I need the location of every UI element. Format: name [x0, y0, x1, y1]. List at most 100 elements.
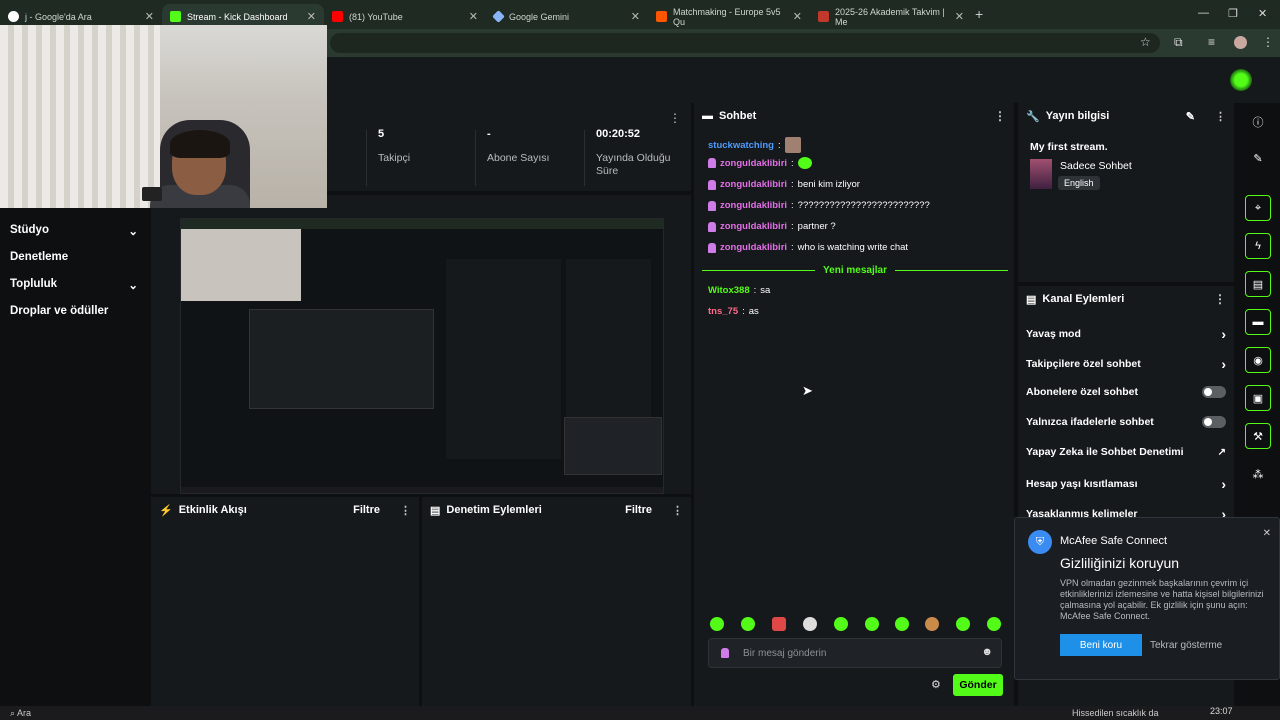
more-icon[interactable]: ⋮ — [672, 504, 683, 517]
extensions-icon[interactable]: ⧉ — [1174, 35, 1183, 50]
chat-username[interactable]: Witox388 — [708, 285, 750, 296]
tab-gemini[interactable]: Google Gemini ✕ — [486, 4, 648, 29]
user-avatar[interactable] — [1230, 69, 1252, 91]
gear-icon[interactable]: ⚙ — [931, 678, 941, 691]
chat-username[interactable]: stuckwatching — [708, 140, 774, 151]
emote-button[interactable] — [956, 617, 970, 631]
emote-button[interactable] — [865, 617, 879, 631]
broadcast-icon[interactable]: ◉ — [1245, 347, 1271, 373]
close-icon[interactable]: ✕ — [469, 10, 478, 23]
layout-icon[interactable]: ▣ — [1245, 385, 1271, 411]
close-icon[interactable]: ✕ — [1263, 528, 1271, 539]
filter-button[interactable]: Filtre — [625, 504, 652, 516]
emote-button[interactable] — [803, 617, 817, 631]
wrench-icon: 🔧 — [1026, 110, 1040, 123]
action-subscribers-only: Abonelere özel sohbet — [1026, 386, 1226, 398]
close-icon[interactable]: ✕ — [793, 10, 802, 23]
close-icon[interactable]: ✕ — [145, 10, 154, 23]
tab-matchmaking[interactable]: Matchmaking - Europe 5v5 Qu ✕ — [648, 4, 810, 29]
lightning-icon[interactable]: ϟ — [1245, 233, 1271, 259]
taskbar-search[interactable]: ⌕ Ara — [10, 708, 31, 719]
action-label: Hesap yaşı kısıtlaması — [1026, 478, 1138, 490]
media-icon[interactable]: ≡ — [1208, 35, 1215, 49]
language-badge: English — [1058, 176, 1100, 190]
stream-preview-video[interactable] — [180, 218, 664, 494]
nav-label: Stüdyo — [10, 224, 49, 236]
more-icon[interactable]: ⋮ — [994, 109, 1006, 123]
stat-label: Takipçi — [378, 152, 411, 164]
subscribers-only-toggle[interactable] — [1202, 386, 1226, 398]
tab-title: 2025-26 Akademik Takvim | Me — [835, 6, 945, 27]
chat-username[interactable]: zonguldaklibiri — [720, 179, 787, 190]
tab-academic-calendar[interactable]: 2025-26 Akademik Takvim | Me ✕ — [810, 4, 972, 29]
minimize-icon[interactable]: — — [1198, 7, 1209, 19]
more-icon[interactable]: ⋮ — [1215, 110, 1226, 123]
document-icon[interactable]: ▤ — [1245, 271, 1271, 297]
more-icon[interactable]: ⋮ — [669, 111, 681, 125]
new-tab-icon[interactable]: + — [975, 6, 983, 22]
chat-text: as — [748, 306, 759, 317]
divider — [584, 130, 585, 186]
target-icon[interactable]: ⌖ — [1245, 195, 1271, 221]
nav-moderation[interactable]: Denetleme — [10, 251, 138, 263]
action-followers-only[interactable]: Takipçilere özel sohbet › — [1026, 356, 1226, 372]
weather-widget[interactable]: Hissedilen sıcaklık da — [1072, 708, 1159, 718]
nav-studio[interactable]: Stüdyo ⌄ — [10, 224, 138, 238]
bookmark-star-icon[interactable]: ☆ — [1140, 35, 1151, 49]
emote-button[interactable] — [987, 617, 1001, 631]
chat-text: sa — [760, 285, 771, 296]
chat-message: stuckwatching: — [708, 137, 801, 153]
send-button[interactable]: Gönder — [953, 674, 1003, 696]
chat-bubble-icon[interactable]: ▬ — [1245, 309, 1271, 335]
tab-youtube[interactable]: (81) YouTube ✕ — [324, 4, 486, 29]
chat-username[interactable]: zonguldaklibiri — [720, 158, 787, 169]
external-link-icon: ↗ — [1217, 446, 1226, 458]
wrench-icon[interactable]: ⚒ — [1245, 423, 1271, 449]
window-close-icon[interactable]: ✕ — [1258, 7, 1267, 20]
tab-title: Google Gemini — [509, 11, 570, 22]
action-slow-mode[interactable]: Yavaş mod › — [1026, 326, 1226, 342]
chat-username[interactable]: zonguldaklibiri — [720, 221, 787, 232]
emote-button[interactable] — [895, 617, 909, 631]
nav-drops-rewards[interactable]: Droplar ve ödüller — [10, 305, 138, 317]
close-icon[interactable]: ✕ — [307, 10, 316, 23]
profile-avatar[interactable] — [1234, 36, 1247, 49]
close-icon[interactable]: ✕ — [631, 10, 640, 23]
emote-only-toggle[interactable] — [1202, 416, 1226, 428]
address-input[interactable] — [330, 33, 1160, 53]
chat-username[interactable]: tns_75 — [708, 306, 738, 317]
emoji-icon[interactable]: ☻ — [981, 646, 993, 658]
emote-button[interactable] — [741, 617, 755, 631]
stat-subscribers: - Abone Sayısı — [487, 128, 597, 165]
close-icon[interactable]: ✕ — [955, 10, 964, 23]
nav-community[interactable]: Topluluk ⌄ — [10, 278, 138, 292]
microphone-badge-icon — [708, 179, 716, 190]
layers-icon: ▤ — [1026, 293, 1037, 306]
chat-username[interactable]: zonguldaklibiri — [720, 200, 787, 211]
emote-button[interactable] — [772, 617, 786, 631]
pencil-icon[interactable]: ✎ — [1186, 110, 1195, 123]
protect-me-button[interactable]: Beni koru — [1060, 634, 1142, 656]
filter-button[interactable]: Filtre — [353, 504, 380, 516]
restore-icon[interactable]: ❐ — [1228, 7, 1238, 20]
info-icon[interactable]: ⓘ — [1245, 109, 1271, 135]
share-icon[interactable]: ⁂ — [1245, 461, 1271, 487]
webcam-phone — [142, 187, 162, 201]
more-icon[interactable]: ⋮ — [400, 504, 411, 517]
more-icon[interactable]: ⋮ — [1214, 292, 1226, 306]
pencil-icon[interactable]: ✎ — [1245, 145, 1271, 171]
emote-button[interactable] — [834, 617, 848, 631]
action-account-age[interactable]: Hesap yaşı kısıtlaması › — [1026, 476, 1226, 492]
emote-button[interactable] — [925, 617, 939, 631]
panel-title: Etkinlik Akışı — [178, 504, 247, 516]
chat-input[interactable]: Bir mesaj gönderin ☻ — [708, 638, 1002, 668]
dont-show-again-button[interactable]: Tekrar gösterme — [1150, 640, 1222, 651]
browser-menu-icon[interactable]: ⋮ — [1262, 35, 1274, 49]
chevron-right-icon: › — [1221, 476, 1226, 492]
emote-button[interactable] — [710, 617, 724, 631]
action-ai-moderation[interactable]: Yapay Zeka ile Sohbet Denetimi ↗ — [1026, 446, 1226, 458]
faceit-icon — [656, 11, 667, 22]
clock[interactable]: 23:07 — [1210, 706, 1233, 716]
chat-username[interactable]: zonguldaklibiri — [720, 242, 787, 253]
chat-message: zonguldaklibiri: ???????????????????????… — [708, 200, 930, 211]
